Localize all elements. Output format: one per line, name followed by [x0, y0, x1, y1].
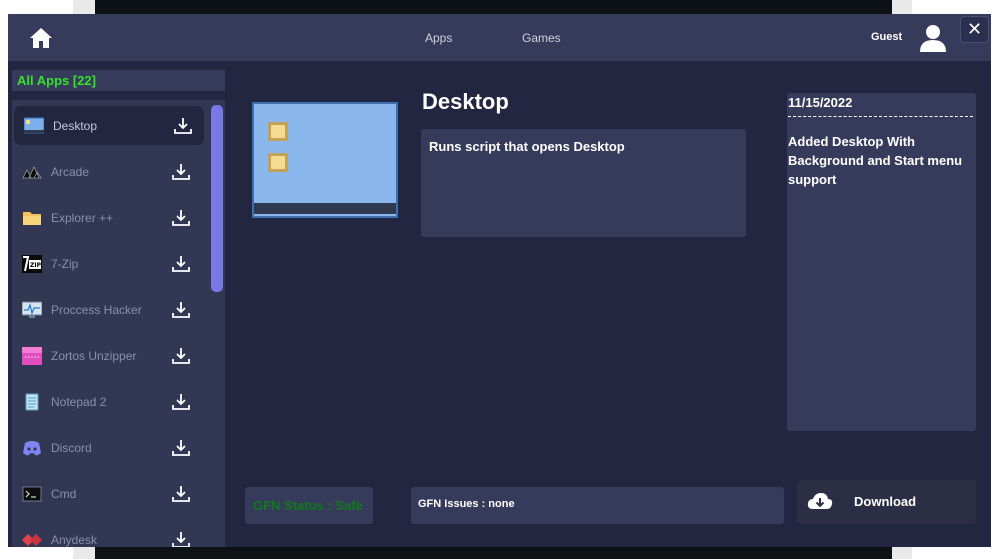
gfn-status-text: GFN Status : Safe: [253, 498, 363, 513]
app-label: Explorer ++: [51, 211, 114, 225]
app-store-window: Apps Games Guest ✕ All Apps [22] Desktop: [8, 14, 991, 547]
preview-desktop-icon: [268, 153, 288, 172]
background-bottom-right: [892, 546, 912, 559]
anydesk-icon: [22, 531, 42, 547]
app-item-explorer[interactable]: Explorer ++: [12, 198, 202, 237]
download-icon[interactable]: [172, 209, 190, 227]
app-item-desktop[interactable]: Desktop: [14, 106, 204, 145]
svg-text:ZIP: ZIP: [30, 262, 42, 269]
app-item-arcade[interactable]: Arcade: [12, 152, 202, 191]
app-label: Notepad 2: [51, 395, 107, 409]
background-bottom-strip: [95, 546, 892, 559]
app-preview-image: [252, 102, 398, 218]
app-item-cmd[interactable]: Cmd: [12, 474, 202, 513]
top-bar: Apps Games Guest ✕: [8, 14, 991, 61]
notepad-icon: [22, 393, 42, 411]
changelog-panel: 11/15/2022 Added Desktop With Background…: [787, 93, 976, 431]
app-label: Discord: [51, 441, 92, 455]
cloud-download-icon: [807, 491, 833, 513]
nav-games[interactable]: Games: [522, 31, 561, 45]
app-label: Proccess Hacker: [51, 303, 142, 317]
app-title: Desktop: [422, 89, 509, 114]
description-text: Runs script that opens Desktop: [429, 139, 625, 154]
gfn-status-panel: GFN Status : Safe: [245, 487, 373, 524]
download-button[interactable]: Download: [797, 480, 976, 524]
download-icon[interactable]: [174, 117, 192, 135]
7zip-icon: ZIP: [22, 255, 42, 273]
app-label: Cmd: [51, 487, 77, 501]
preview-desktop-icon: [268, 122, 288, 141]
download-icon[interactable]: [172, 347, 190, 365]
scrollbar-thumb[interactable]: [211, 105, 223, 292]
nav-apps[interactable]: Apps: [425, 31, 452, 45]
zortos-icon: [22, 347, 42, 365]
download-icon[interactable]: [172, 531, 190, 547]
changelog-date: 11/15/2022: [788, 95, 853, 110]
app-item-zortos[interactable]: Zortos Unzipper: [12, 336, 202, 375]
app-label: 7-Zip: [51, 257, 79, 271]
download-icon[interactable]: [172, 485, 190, 503]
app-item-notepad[interactable]: Notepad 2: [12, 382, 202, 421]
download-icon[interactable]: [172, 163, 190, 181]
app-item-discord[interactable]: Discord: [12, 428, 202, 467]
all-apps-label: All Apps [22]: [17, 73, 96, 88]
app-label: Arcade: [51, 165, 90, 179]
download-icon[interactable]: [172, 301, 190, 319]
app-item-7zip[interactable]: ZIP 7-Zip: [12, 244, 202, 283]
download-label: Download: [854, 494, 917, 509]
app-item-anydesk[interactable]: Anydesk: [12, 520, 202, 547]
description-panel: Runs script that opens Desktop: [421, 129, 746, 237]
app-item-process-hacker[interactable]: Proccess Hacker: [12, 290, 202, 329]
download-icon[interactable]: [172, 439, 190, 457]
app-label: Zortos Unzipper: [51, 349, 137, 363]
app-label: Anydesk: [51, 533, 98, 547]
background-top-strip: [95, 0, 892, 15]
background-right-edge: [892, 0, 912, 15]
desktop-icon: [23, 117, 45, 135]
gfn-issues-panel: GFN Issues : none: [411, 487, 784, 524]
download-icon[interactable]: [172, 393, 190, 411]
home-icon[interactable]: [29, 26, 53, 50]
close-button[interactable]: ✕: [960, 16, 989, 43]
preview-taskbar: [254, 203, 396, 214]
download-icon[interactable]: [172, 255, 190, 273]
cmd-icon: [22, 485, 42, 503]
user-name: Guest: [871, 31, 903, 43]
folder-icon: [22, 209, 42, 227]
background-bottom-left: [73, 546, 95, 559]
app-list: Desktop Arcade Explorer ++ ZIP 7-Zip Pro…: [12, 100, 208, 547]
app-label: Desktop: [53, 119, 98, 133]
arcade-icon: [22, 163, 42, 181]
background-left-edge: [73, 0, 95, 15]
changelog-text: Added Desktop With Background and Start …: [788, 134, 963, 187]
gfn-issues-text: GFN Issues : none: [418, 498, 515, 510]
user-icon[interactable]: [918, 23, 948, 53]
discord-icon: [22, 439, 42, 457]
process-hacker-icon: [21, 301, 43, 319]
changelog-separator: [788, 116, 973, 117]
all-apps-header: All Apps [22]: [12, 70, 225, 91]
